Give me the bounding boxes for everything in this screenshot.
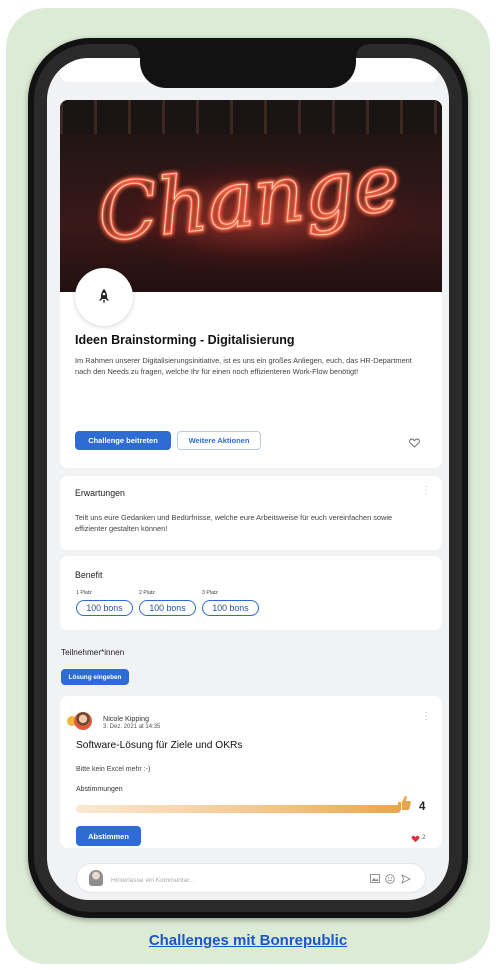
submit-solution-button[interactable]: Lösung eingeben <box>61 669 129 685</box>
neon-sign-core: Change <box>94 138 404 259</box>
user-avatar <box>89 870 103 886</box>
post-title: Software-Lösung für Ziele und OKRs <box>76 740 243 751</box>
neon-sign: Change Change <box>92 137 405 261</box>
rocket-icon <box>99 289 109 304</box>
post-text: Bitte kein Excel mehr :-) <box>76 766 151 773</box>
emoji-icon[interactable] <box>385 874 395 884</box>
post-author: Nicole Kipping <box>103 714 149 723</box>
heart-outline-icon[interactable] <box>409 438 420 448</box>
post-menu-icon[interactable]: ⋮ <box>421 712 431 722</box>
join-challenge-button[interactable]: Challenge beitreten <box>75 431 171 450</box>
place-label-1: 1 Platz <box>76 590 92 596</box>
thumbs-up-icon <box>398 796 411 810</box>
hero-image: Change Change <box>60 100 442 292</box>
challenge-description: Im Rahmen unserer Digitalisierungsinitia… <box>75 356 412 376</box>
place-label-2: 2 Platz <box>139 590 155 596</box>
votes-count: 4 <box>419 801 426 813</box>
heart-filled-icon[interactable] <box>411 835 420 843</box>
expectations-title: Erwartungen <box>75 488 125 498</box>
image-icon[interactable] <box>370 874 380 883</box>
author-avatar <box>74 712 92 730</box>
reward-pill-1: 100 bons <box>76 600 133 616</box>
post-date: 3. Dez. 2021 at 14:35 <box>103 724 161 730</box>
votes-progress-bar <box>76 805 401 813</box>
phone-notch <box>128 44 368 88</box>
comment-placeholder: Hinterlasse ein Kommentar... <box>111 877 195 884</box>
benefit-title: Benefit <box>75 570 103 580</box>
send-icon[interactable] <box>401 874 411 884</box>
likes-count: 2 <box>422 834 426 841</box>
caption-link[interactable]: Challenges mit Bonrepublic <box>0 932 496 949</box>
vote-button[interactable]: Abstimmen <box>76 826 141 846</box>
challenge-avatar <box>75 268 133 326</box>
expectations-menu-icon[interactable]: ⋮ <box>421 486 431 496</box>
reward-pill-2: 100 bons <box>139 600 196 616</box>
participants-title: Teilnehmer*innen <box>61 648 125 657</box>
expectations-text: Teilt uns eure Gedanken und Bedürfnisse,… <box>75 513 393 533</box>
reward-pill-3: 100 bons <box>202 600 259 616</box>
more-actions-button[interactable]: Weitere Aktionen <box>177 431 261 450</box>
benefit-card <box>60 556 442 630</box>
votes-label: Abstimmungen <box>76 786 123 793</box>
phone-screen: Change Change Ideen Brainstorming - Digi… <box>47 58 449 900</box>
challenge-title: Ideen Brainstorming - Digitalisierung <box>75 333 295 347</box>
place-label-3: 3 Platz <box>202 590 218 596</box>
